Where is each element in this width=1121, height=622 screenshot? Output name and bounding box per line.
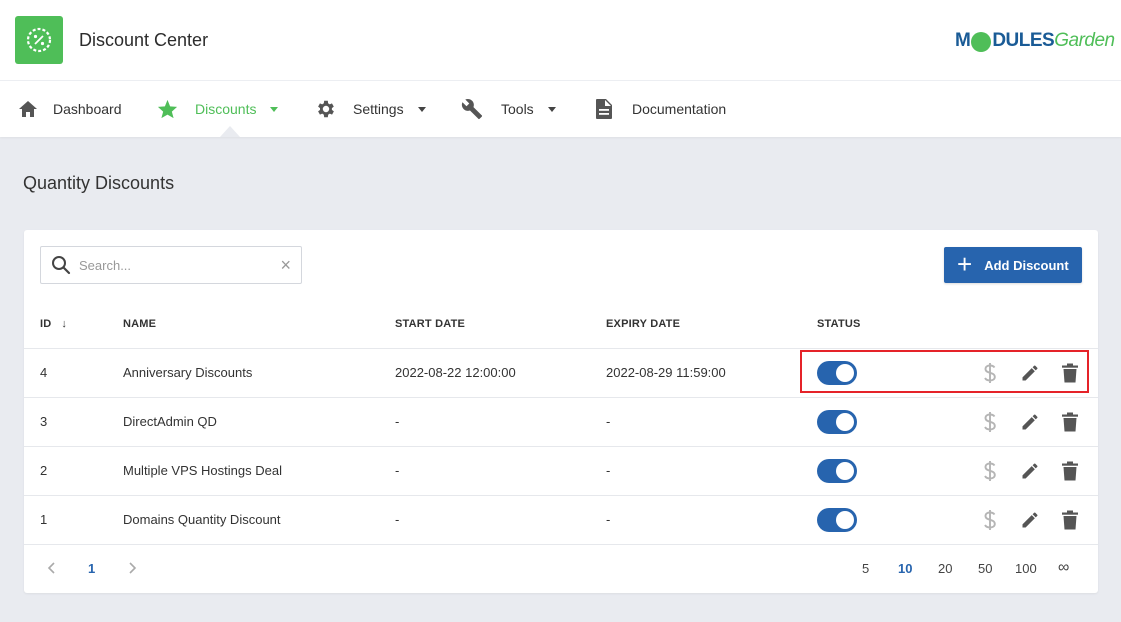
table-row: 1 Domains Quantity Discount - - <box>24 495 1098 544</box>
cell-id: 2 <box>40 463 48 478</box>
brand-text-m: M <box>955 30 971 51</box>
status-toggle[interactable] <box>817 508 857 532</box>
page-size-10[interactable]: 10 <box>898 561 912 576</box>
gear-icon <box>315 98 337 120</box>
column-header-name[interactable]: NAME <box>123 318 156 330</box>
nav-label: Documentation <box>632 101 727 117</box>
page-size-100[interactable]: 100 <box>1015 561 1037 576</box>
column-header-status[interactable]: STATUS <box>817 318 861 330</box>
cell-name: Multiple VPS Hostings Deal <box>123 463 282 478</box>
nav-item-discounts[interactable]: Discounts <box>156 81 279 137</box>
discounts-table-card: × + Add Discount ID ↓ NAME START DATE EXP… <box>24 230 1098 593</box>
toggle-knob <box>836 413 854 431</box>
clear-search-icon[interactable]: × <box>280 255 291 275</box>
page-size-20[interactable]: 20 <box>938 561 952 576</box>
cell-expiry-date: 2022-08-29 11:59:00 <box>606 365 726 380</box>
cell-start-date: - <box>395 414 400 429</box>
next-page-icon[interactable] <box>124 560 140 576</box>
trash-icon <box>1062 510 1078 530</box>
page-size-50[interactable]: 50 <box>978 561 992 576</box>
cell-expiry-date: - <box>606 463 611 478</box>
nav-label: Discounts <box>195 101 257 117</box>
app-header: Discount Center M DULES Garden <box>0 0 1121 81</box>
page-size-5[interactable]: 5 <box>862 561 869 576</box>
delete-button[interactable] <box>1058 459 1082 483</box>
cell-id: 4 <box>40 365 48 380</box>
add-discount-label: Add Discount <box>984 257 1069 273</box>
cell-name: Anniversary Discounts <box>123 365 253 380</box>
brand-text-garden: Garden <box>1054 30 1115 51</box>
nav-label: Settings <box>353 101 404 117</box>
chevron-down-icon <box>547 106 556 112</box>
edit-button[interactable] <box>1018 459 1042 483</box>
pencil-icon <box>1022 414 1038 430</box>
cell-start-date: 2022-08-22 12:00:00 <box>395 365 516 380</box>
status-toggle[interactable] <box>817 410 857 434</box>
column-header-id-label: ID <box>40 318 52 330</box>
nav-item-settings[interactable]: Settings <box>315 81 426 137</box>
dollar-icon <box>984 510 996 530</box>
add-discount-button[interactable]: + Add Discount <box>944 247 1082 283</box>
pricing-button[interactable] <box>978 459 1002 483</box>
star-icon <box>156 98 178 120</box>
cell-name: DirectAdmin QD <box>123 414 217 429</box>
plus-icon: + <box>957 249 973 279</box>
wrench-icon <box>461 98 483 120</box>
search-icon <box>52 256 71 275</box>
home-icon <box>17 98 39 120</box>
table-row: 2 Multiple VPS Hostings Deal - - <box>24 446 1098 495</box>
modulesgarden-logo[interactable]: M DULES Garden <box>955 28 1115 54</box>
page-title: Quantity Discounts <box>23 173 175 193</box>
trash-icon <box>1062 461 1078 481</box>
active-nav-pointer <box>220 126 240 137</box>
app-title: Discount Center <box>79 30 209 50</box>
document-icon <box>593 98 615 120</box>
cell-start-date: - <box>395 463 400 478</box>
page-size-all[interactable]: ∞ <box>1058 559 1069 577</box>
pencil-icon <box>1022 463 1038 479</box>
cell-id: 1 <box>40 512 48 527</box>
column-header-expiry-date[interactable]: EXPIRY DATE <box>606 318 680 330</box>
chevron-down-icon <box>417 106 426 112</box>
nav-label: Tools <box>501 101 534 117</box>
column-header-start-date[interactable]: START DATE <box>395 318 465 330</box>
cell-name: Domains Quantity Discount <box>123 512 281 527</box>
cell-start-date: - <box>395 512 400 527</box>
dollar-icon <box>984 412 996 432</box>
nav-item-dashboard[interactable]: Dashboard <box>17 81 122 137</box>
dollar-icon <box>984 461 996 481</box>
search-input[interactable] <box>79 256 269 274</box>
status-toggle[interactable] <box>817 459 857 483</box>
discount-badge-icon <box>26 27 52 53</box>
pencil-icon <box>1022 512 1038 528</box>
delete-button[interactable] <box>1058 410 1082 434</box>
table-row: 3 DirectAdmin QD - - <box>24 397 1098 446</box>
page-number[interactable]: 1 <box>88 561 95 576</box>
column-header-id[interactable]: ID ↓ <box>40 318 67 330</box>
app-logo[interactable] <box>15 16 63 64</box>
cell-id: 3 <box>40 414 48 429</box>
brand-globe-icon <box>971 32 992 52</box>
pagination-bar <box>24 544 1098 593</box>
pricing-button[interactable] <box>978 410 1002 434</box>
previous-page-icon[interactable] <box>44 560 60 576</box>
brand-text-dules: DULES <box>992 30 1055 51</box>
sort-descending-icon: ↓ <box>61 318 68 330</box>
search-box: × <box>40 246 302 284</box>
trash-icon <box>1062 412 1078 432</box>
main-nav: Dashboard Discounts Settings Tools Docum… <box>0 81 1121 137</box>
edit-button[interactable] <box>1018 410 1042 434</box>
cell-expiry-date: - <box>606 512 611 527</box>
nav-label: Dashboard <box>53 101 122 117</box>
nav-item-tools[interactable]: Tools <box>461 81 556 137</box>
nav-item-documentation[interactable]: Documentation <box>593 81 726 137</box>
cell-expiry-date: - <box>606 414 611 429</box>
delete-button[interactable] <box>1058 508 1082 532</box>
chevron-down-icon <box>270 106 279 112</box>
edit-button[interactable] <box>1018 508 1042 532</box>
highlight-box <box>800 350 1089 393</box>
toggle-knob <box>836 462 854 480</box>
pricing-button[interactable] <box>978 508 1002 532</box>
toggle-knob <box>836 511 854 529</box>
